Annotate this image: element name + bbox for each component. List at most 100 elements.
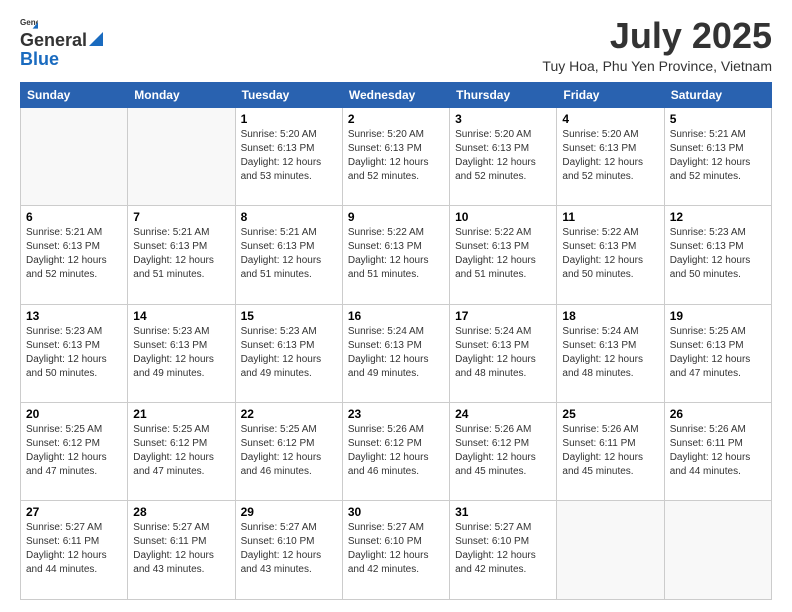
calendar-week-row: 27Sunrise: 5:27 AMSunset: 6:11 PMDayligh… [21,501,772,600]
day-info: Sunrise: 5:21 AMSunset: 6:13 PMDaylight:… [26,226,122,282]
table-row: 19 Sunrise: 5:25 AMSunset: 6:13 PMDayligh… [664,304,771,402]
calendar-header-row: Sunday Monday Tuesday Wednesday Thursday… [21,82,772,107]
day-number: 6 [26,210,122,224]
table-row: 27Sunrise: 5:27 AMSunset: 6:11 PMDayligh… [21,501,128,600]
day-info: Sunrise: 5:26 AMSunset: 6:12 PMDaylight:… [455,423,551,479]
day-number: 17 [455,309,551,323]
day-info: Sunrise: 5:24 AMSunset: 6:13 PMDaylight:… [348,325,444,381]
day-info: Sunrise: 5:21 AMSunset: 6:13 PMDaylight:… [133,226,229,282]
table-row: 30Sunrise: 5:27 AMSunset: 6:10 PMDayligh… [342,501,449,600]
day-number: 22 [241,407,337,421]
table-row: 17 Sunrise: 5:24 AMSunset: 6:13 PMDayligh… [450,304,557,402]
table-row [664,501,771,600]
day-number: 29 [241,505,337,519]
calendar-week-row: 1 Sunrise: 5:20 AMSunset: 6:13 PMDaylight… [21,107,772,205]
header-friday: Friday [557,82,664,107]
day-info: Sunrise: 5:25 AMSunset: 6:12 PMDaylight:… [26,423,122,479]
table-row: 20 Sunrise: 5:25 AMSunset: 6:12 PMDayligh… [21,403,128,501]
table-row: 26 Sunrise: 5:26 AMSunset: 6:11 PMDayligh… [664,403,771,501]
table-row: 3 Sunrise: 5:20 AMSunset: 6:13 PMDaylight… [450,107,557,205]
table-row: 6 Sunrise: 5:21 AMSunset: 6:13 PMDaylight… [21,206,128,304]
day-info: Sunrise: 5:25 AMSunset: 6:12 PMDaylight:… [241,423,337,479]
table-row: 29 Sunrise: 5:27 AMSunset: 6:10 PMDayligh… [235,501,342,600]
day-number: 21 [133,407,229,421]
table-row: 21Sunrise: 5:25 AMSunset: 6:12 PMDayligh… [128,403,235,501]
day-number: 7 [133,210,229,224]
table-row: 22 Sunrise: 5:25 AMSunset: 6:12 PMDayligh… [235,403,342,501]
table-row: 10Sunrise: 5:22 AMSunset: 6:13 PMDayligh… [450,206,557,304]
logo-general: General [20,30,87,51]
table-row: 23 Sunrise: 5:26 AMSunset: 6:12 PMDayligh… [342,403,449,501]
day-number: 15 [241,309,337,323]
logo: General General Blue [20,16,103,70]
day-number: 24 [455,407,551,421]
header-thursday: Thursday [450,82,557,107]
day-info: Sunrise: 5:20 AMSunset: 6:13 PMDaylight:… [562,128,658,184]
table-row: 15 Sunrise: 5:23 AMSunset: 6:13 PMDayligh… [235,304,342,402]
day-info: Sunrise: 5:22 AMSunset: 6:13 PMDaylight:… [348,226,444,282]
header-sunday: Sunday [21,82,128,107]
title-section: July 2025 Tuy Hoa, Phu Yen Province, Vie… [542,16,772,74]
day-number: 4 [562,112,658,126]
day-number: 13 [26,309,122,323]
day-number: 5 [670,112,766,126]
day-number: 26 [670,407,766,421]
day-number: 31 [455,505,551,519]
day-info: Sunrise: 5:23 AMSunset: 6:13 PMDaylight:… [26,325,122,381]
day-info: Sunrise: 5:24 AMSunset: 6:13 PMDaylight:… [455,325,551,381]
day-info: Sunrise: 5:20 AMSunset: 6:13 PMDaylight:… [241,128,337,184]
calendar-week-row: 6 Sunrise: 5:21 AMSunset: 6:13 PMDaylight… [21,206,772,304]
header-tuesday: Tuesday [235,82,342,107]
day-number: 3 [455,112,551,126]
table-row: 11Sunrise: 5:22 AMSunset: 6:13 PMDayligh… [557,206,664,304]
day-number: 1 [241,112,337,126]
header-wednesday: Wednesday [342,82,449,107]
logo-blue: Blue [20,49,59,70]
day-number: 12 [670,210,766,224]
table-row [557,501,664,600]
day-number: 30 [348,505,444,519]
main-title: July 2025 [542,16,772,56]
table-row [128,107,235,205]
header-saturday: Saturday [664,82,771,107]
day-info: Sunrise: 5:21 AMSunset: 6:13 PMDaylight:… [670,128,766,184]
calendar-table: Sunday Monday Tuesday Wednesday Thursday… [20,82,772,600]
subtitle: Tuy Hoa, Phu Yen Province, Vietnam [542,58,772,74]
table-row [21,107,128,205]
day-info: Sunrise: 5:23 AMSunset: 6:13 PMDaylight:… [133,325,229,381]
day-number: 9 [348,210,444,224]
day-info: Sunrise: 5:23 AMSunset: 6:13 PMDaylight:… [670,226,766,282]
table-row: 25Sunrise: 5:26 AMSunset: 6:11 PMDayligh… [557,403,664,501]
table-row: 4 Sunrise: 5:20 AMSunset: 6:13 PMDaylight… [557,107,664,205]
day-number: 2 [348,112,444,126]
calendar-week-row: 13 Sunrise: 5:23 AMSunset: 6:13 PMDayligh… [21,304,772,402]
table-row: 1 Sunrise: 5:20 AMSunset: 6:13 PMDaylight… [235,107,342,205]
day-info: Sunrise: 5:27 AMSunset: 6:10 PMDaylight:… [455,521,551,577]
day-number: 19 [670,309,766,323]
table-row: 8Sunrise: 5:21 AMSunset: 6:13 PMDaylight… [235,206,342,304]
day-info: Sunrise: 5:21 AMSunset: 6:13 PMDaylight:… [241,226,337,282]
day-number: 28 [133,505,229,519]
day-info: Sunrise: 5:26 AMSunset: 6:12 PMDaylight:… [348,423,444,479]
day-info: Sunrise: 5:25 AMSunset: 6:13 PMDaylight:… [670,325,766,381]
table-row: 5 Sunrise: 5:21 AMSunset: 6:13 PMDaylight… [664,107,771,205]
page: General General Blue July 2025 Tuy Hoa, … [0,0,792,612]
table-row: 24 Sunrise: 5:26 AMSunset: 6:12 PMDayligh… [450,403,557,501]
day-info: Sunrise: 5:20 AMSunset: 6:13 PMDaylight:… [348,128,444,184]
day-info: Sunrise: 5:20 AMSunset: 6:13 PMDaylight:… [455,128,551,184]
header-monday: Monday [128,82,235,107]
day-info: Sunrise: 5:27 AMSunset: 6:11 PMDaylight:… [133,521,229,577]
table-row: 31 Sunrise: 5:27 AMSunset: 6:10 PMDayligh… [450,501,557,600]
day-info: Sunrise: 5:24 AMSunset: 6:13 PMDaylight:… [562,325,658,381]
table-row: 9 Sunrise: 5:22 AMSunset: 6:13 PMDaylight… [342,206,449,304]
day-info: Sunrise: 5:27 AMSunset: 6:10 PMDaylight:… [241,521,337,577]
day-info: Sunrise: 5:23 AMSunset: 6:13 PMDaylight:… [241,325,337,381]
day-info: Sunrise: 5:26 AMSunset: 6:11 PMDaylight:… [562,423,658,479]
day-number: 16 [348,309,444,323]
day-number: 20 [26,407,122,421]
day-info: Sunrise: 5:26 AMSunset: 6:11 PMDaylight:… [670,423,766,479]
day-info: Sunrise: 5:27 AMSunset: 6:11 PMDaylight:… [26,521,122,577]
day-number: 18 [562,309,658,323]
day-number: 23 [348,407,444,421]
table-row: 18 Sunrise: 5:24 AMSunset: 6:13 PMDayligh… [557,304,664,402]
